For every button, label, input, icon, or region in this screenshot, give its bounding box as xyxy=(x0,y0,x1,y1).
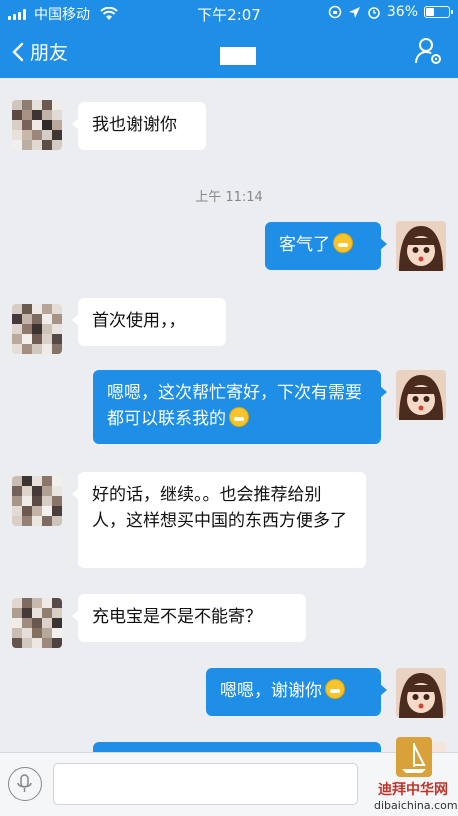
message-bubble-incoming[interactable]: 首次使用，， xyxy=(72,298,226,346)
alarm-icon xyxy=(368,7,380,19)
user-avatar[interactable] xyxy=(396,668,446,718)
user-avatar[interactable] xyxy=(396,370,446,420)
message-bubble-outgoing[interactable]: 客气了 xyxy=(265,222,387,270)
girl-portrait-icon xyxy=(396,370,446,420)
status-bar: 中国移动 下午2:07 36% xyxy=(0,0,458,26)
grin-emoji-icon xyxy=(333,233,353,253)
message-bubble-outgoing[interactable]: 嗯嗯，谢谢你 xyxy=(206,668,387,716)
girl-portrait-icon xyxy=(396,221,446,271)
message-bubble-outgoing[interactable]: 嗯嗯，这次帮忙寄好，下次有需要都可以联系我的 xyxy=(93,370,387,444)
contact-avatar[interactable] xyxy=(12,476,62,526)
microphone-icon xyxy=(17,774,32,792)
message-bubble-outgoing-partial[interactable] xyxy=(93,742,381,752)
battery-percent: 36% xyxy=(386,4,418,20)
redacted-title xyxy=(220,47,256,65)
girl-portrait-icon xyxy=(396,668,446,718)
message-text: 好的话，继续。。也会推荐给别人，这样想买中国的东西方便多了 xyxy=(92,485,347,531)
message-text: 充电宝是不是不能寄？ xyxy=(92,607,262,627)
profile-settings-icon[interactable] xyxy=(414,36,444,66)
wink-emoji-icon xyxy=(325,679,345,699)
rotation-lock-icon xyxy=(328,5,342,19)
timestamp-label: 上午 11:14 xyxy=(195,190,263,205)
watermark-name: 迪拜中华网 xyxy=(378,782,448,798)
site-watermark: 迪拜中华网 dibaichina.com xyxy=(374,737,458,815)
contact-avatar[interactable] xyxy=(12,304,62,354)
message-bubble-incoming[interactable]: 我也谢谢你 xyxy=(72,102,206,150)
contact-avatar[interactable] xyxy=(12,598,62,648)
battery-icon xyxy=(424,6,453,18)
thinking-emoji-icon xyxy=(229,407,249,427)
message-bubble-incoming[interactable]: 好的话，继续。。也会推荐给别人，这样想买中国的东西方便多了 xyxy=(72,472,366,568)
watermark-url: dibaichina.com xyxy=(374,799,458,812)
watermark-logo xyxy=(396,737,432,777)
input-bar: 迪拜中华网 dibaichina.com xyxy=(0,737,458,816)
back-button[interactable]: 朋友 xyxy=(12,38,68,65)
message-input[interactable] xyxy=(53,763,358,805)
message-text: 我也谢谢你 xyxy=(92,115,177,135)
message-bubble-incoming[interactable]: 充电宝是不是不能寄？ xyxy=(72,594,306,642)
message-text: 首次使用，， xyxy=(92,311,186,331)
message-text: 客气了 xyxy=(279,235,330,255)
location-icon xyxy=(348,6,360,18)
user-avatar[interactable] xyxy=(396,221,446,271)
contact-avatar[interactable] xyxy=(12,100,62,150)
back-label: 朋友 xyxy=(30,42,69,64)
chat-area[interactable]: 我也谢谢你 上午 11:14 客气了 首次使用，， 嗯嗯，这次帮忙寄好，下次有需… xyxy=(0,78,458,752)
nav-bar: 朋友 xyxy=(0,26,458,78)
message-text: 嗯嗯，谢谢你 xyxy=(220,681,322,701)
chevron-left-icon xyxy=(12,42,24,61)
voice-input-button[interactable] xyxy=(8,767,42,801)
